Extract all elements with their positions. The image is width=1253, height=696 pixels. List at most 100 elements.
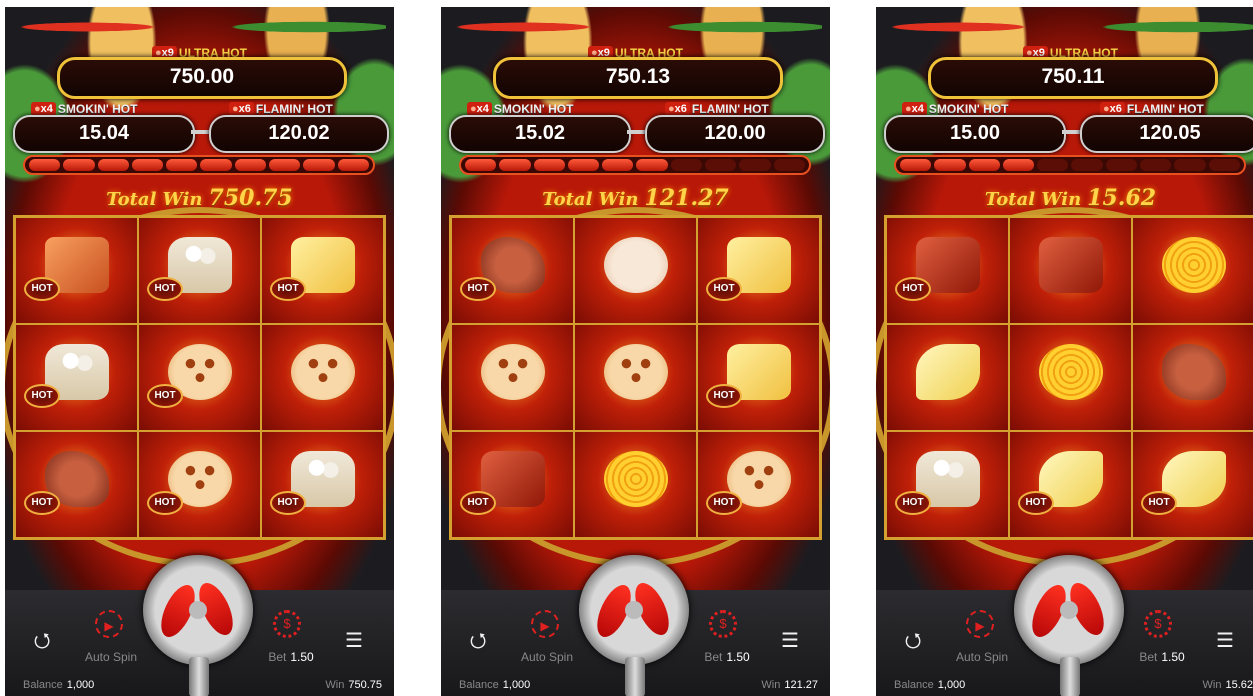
jackpot-divider [627, 130, 645, 134]
hot-badge: HOT [24, 276, 60, 301]
meter-segment [968, 159, 1000, 171]
reel-cell: HOT [138, 324, 261, 431]
garnish-decoration [13, 7, 386, 47]
game-screen-3: ●x9 ULTRA HOT 750.11 ●x4 SMOKIN' HOT 15.… [876, 7, 1253, 696]
reel-cell: HOT [261, 431, 384, 538]
balance-display: Balance 1,000 [459, 679, 531, 691]
reel-cell: HOT [138, 431, 261, 538]
multiplier-badge: ●x4 [31, 102, 56, 116]
meter-segment [97, 159, 129, 171]
flamin-hot-jackpot: 120.02 [209, 115, 389, 153]
beef-symbol [1038, 237, 1103, 294]
smokin-hot-label: SMOKIN' HOT [928, 102, 1009, 116]
multiplier-badge: ●x4 [902, 102, 927, 116]
reel-cell: HOT [1009, 431, 1132, 538]
reel-cell: HOT [886, 217, 1009, 324]
flamin-hot-value: 120.02 [268, 122, 330, 144]
meter-segment [900, 159, 932, 171]
reel-cell [1009, 324, 1132, 431]
bet-chip-button[interactable]: $ [709, 610, 737, 638]
meter-segment [200, 159, 232, 171]
meter-segment [131, 159, 164, 171]
balance-value: 1,000 [66, 679, 95, 691]
meter-segment [1208, 159, 1240, 171]
ladle-handle [625, 657, 645, 696]
reel-cell [574, 217, 697, 324]
reel-cell: HOT [138, 217, 261, 324]
hot-badge: HOT [706, 490, 742, 515]
lotus-symbol [480, 344, 545, 401]
meter-segment [1002, 159, 1035, 171]
meter-segment [1071, 159, 1103, 171]
win-display: Win 15.62 [1202, 679, 1253, 691]
auto-spin-button[interactable]: ▶ [966, 610, 994, 638]
multiplier-badge: ●x4 [467, 102, 492, 116]
bet-chip-button[interactable]: $ [1144, 610, 1172, 638]
hot-badge: HOT [895, 276, 931, 301]
reel-cell [574, 431, 697, 538]
balance-value: 1,000 [937, 679, 966, 691]
corn-symbol [1161, 237, 1226, 294]
back-icon[interactable]: ⭯ [31, 630, 53, 652]
smokin-hot-value: 15.00 [949, 122, 1001, 144]
hot-badge: HOT [147, 490, 183, 515]
back-icon[interactable]: ⭯ [902, 630, 924, 652]
chili-icon: ● [232, 103, 239, 115]
reel-cell [886, 324, 1009, 431]
bet-display: Bet 1.50 [268, 650, 314, 664]
win-value: 750.75 [348, 679, 382, 691]
meter-segment [670, 159, 703, 171]
spin-button[interactable] [579, 555, 689, 665]
reel-cell: HOT [261, 217, 384, 324]
hot-badge: HOT [706, 276, 742, 301]
ultra-hot-jackpot: 750.13 [493, 57, 783, 99]
spin-hub [625, 601, 643, 619]
corn-symbol [1038, 344, 1103, 401]
meter-segment [337, 159, 369, 171]
reel-cell [1009, 217, 1132, 324]
bet-chip-button[interactable]: $ [273, 610, 301, 638]
menu-icon[interactable]: ☰ [343, 630, 365, 652]
chili-icon: ● [905, 103, 912, 115]
garnish-decoration [449, 7, 822, 47]
ladle-handle [1060, 657, 1080, 696]
reel-cell: HOT [697, 324, 820, 431]
auto-spin-button[interactable]: ▶ [531, 610, 559, 638]
smokin-hot-label: SMOKIN' HOT [493, 102, 574, 116]
reel-cell: HOT [886, 431, 1009, 538]
auto-spin-button[interactable]: ▶ [95, 610, 123, 638]
meter-segment [533, 159, 565, 171]
hot-badge: HOT [1141, 490, 1177, 515]
meter-segment [1037, 159, 1069, 171]
flamin-hot-value: 120.05 [1139, 122, 1201, 144]
hot-badge: HOT [24, 490, 60, 515]
jackpot-divider [191, 130, 209, 134]
meter-segment [499, 159, 531, 171]
reel-cell: HOT [451, 217, 574, 324]
flamin-hot-value: 120.00 [704, 122, 766, 144]
total-win-value: 15.62 [1087, 185, 1157, 211]
spin-button[interactable] [1014, 555, 1124, 665]
meter-segment [934, 159, 966, 171]
chili-icon: ● [470, 103, 477, 115]
back-icon[interactable]: ⭯ [467, 630, 489, 652]
ladle-handle [189, 657, 209, 696]
spin-hub [1060, 601, 1078, 619]
win-value: 121.27 [784, 679, 818, 691]
hot-badge: HOT [147, 276, 183, 301]
hot-badge: HOT [1018, 490, 1054, 515]
reel-cell: HOT [15, 324, 138, 431]
spin-button[interactable] [143, 555, 253, 665]
menu-icon[interactable]: ☰ [779, 630, 801, 652]
reel-cell [1132, 324, 1253, 431]
lotus-symbol [290, 344, 355, 401]
multiplier-badge: ●x6 [229, 102, 254, 116]
reel-cell: HOT [697, 431, 820, 538]
menu-icon[interactable]: ☰ [1214, 630, 1236, 652]
flamin-hot-jackpot: 120.05 [1080, 115, 1253, 153]
auto-spin-label: Auto Spin [520, 650, 574, 664]
corn-symbol [603, 451, 668, 508]
hot-badge: HOT [895, 490, 931, 515]
win-display: Win 750.75 [325, 679, 382, 691]
chili-icon: ● [34, 103, 41, 115]
